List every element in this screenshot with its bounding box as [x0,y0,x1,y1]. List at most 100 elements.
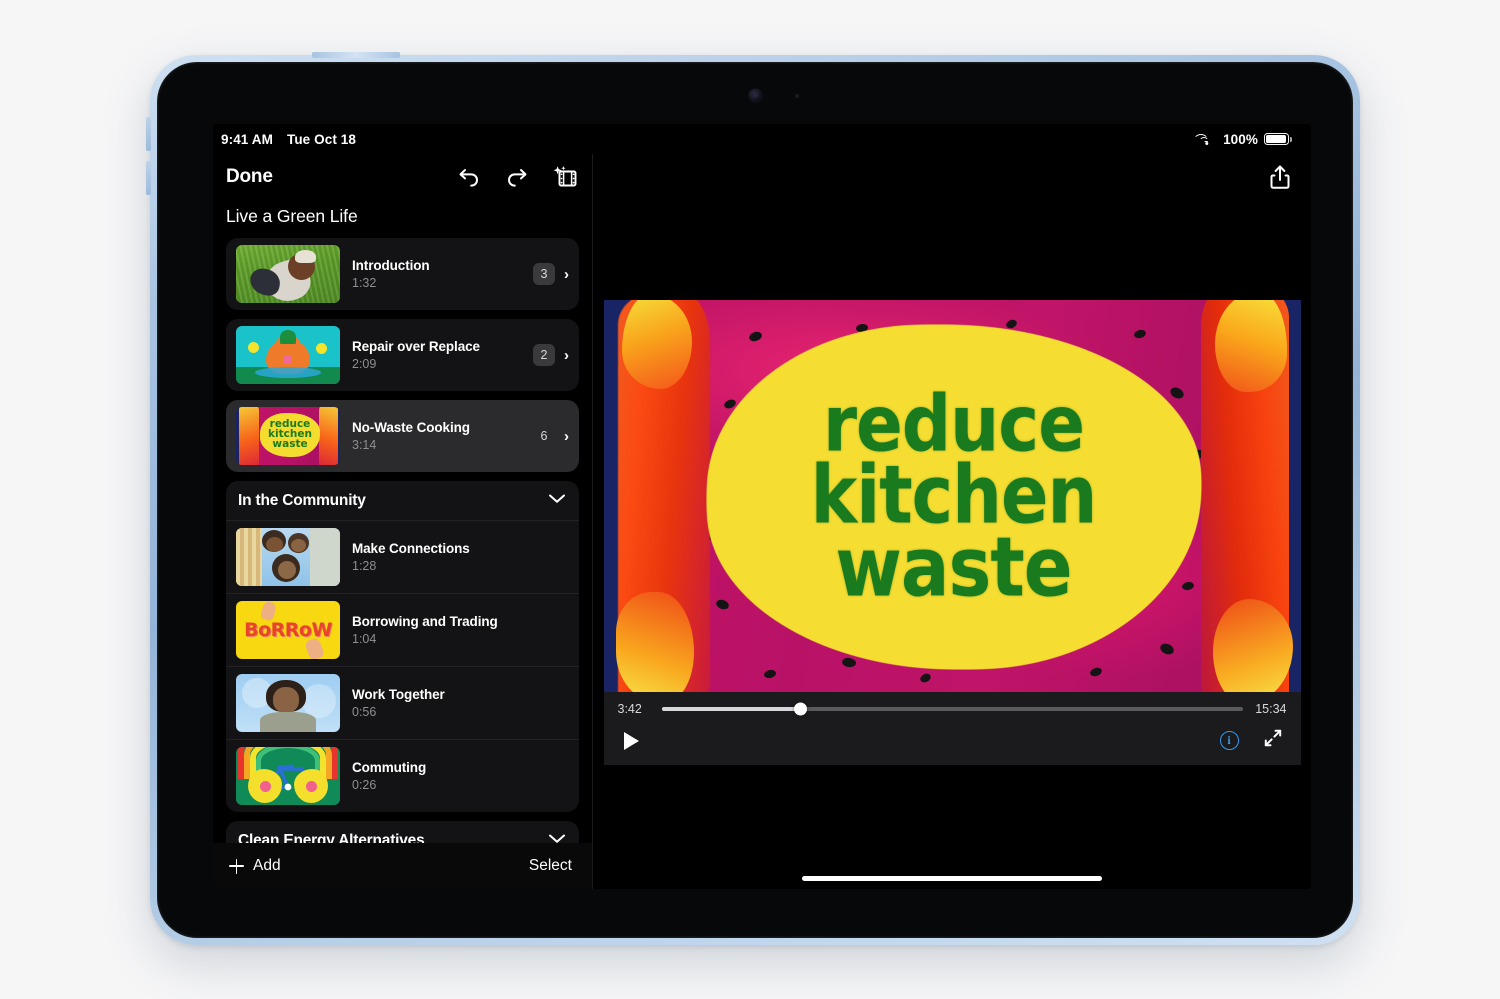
wifi-icon [1200,133,1217,146]
dragonfruit-right-tip-bottom [1213,599,1293,692]
thumbnail-person-lying-in-grass [236,245,340,303]
thumbnail-borrow-yellow-poster: BoRRoW [236,601,340,659]
chevron-down-icon[interactable] [547,832,567,843]
magic-movie-icon[interactable] [552,164,578,190]
list-item-title: No-Waste Cooking [352,420,521,437]
list-item[interactable]: Make Connections 1:28 [226,520,579,593]
home-indicator[interactable] [802,876,1102,881]
video-player: reduce kitchen waste 3:42 [593,200,1311,865]
section-clean-energy-alternatives: Clean Energy Alternatives [226,821,579,843]
power-button[interactable] [312,52,400,58]
list-item-title: Borrowing and Trading [352,614,569,631]
device-bezel: 9:41 AM Tue Oct 18 100% [157,62,1353,938]
list-item-duration: 1:28 [352,559,569,573]
front-camera-icon [749,89,762,102]
volume-down-button[interactable] [146,161,151,195]
list-item[interactable]: Work Together 0:56 [226,666,579,739]
list-item-text: Work Together 0:56 [352,687,569,720]
status-bar-left: 9:41 AM Tue Oct 18 [221,132,356,147]
list-item-duration: 0:56 [352,705,569,719]
progress-knob[interactable] [794,703,807,716]
sidebar: Done [213,154,593,889]
list-item-duration: 2:09 [352,357,521,371]
list-item-title: Repair over Replace [352,339,521,356]
right-control-group: i [1220,728,1283,753]
list-item[interactable]: reduce kitchen waste No-Waste Cooking 3:… [226,400,579,472]
list-item[interactable]: Repair over Replace 2:09 2 › [226,319,579,391]
player-controls: 3:42 15:34 [604,692,1301,765]
expand-icon[interactable] [1263,728,1283,753]
list-item-title: Work Together [352,687,569,704]
thumbnail-reduce-kitchen-waste-art: reduce kitchen waste [236,407,340,465]
chevron-down-icon[interactable] [547,492,567,510]
list-item-title: Make Connections [352,541,569,558]
battery-percent-label: 100% [1223,132,1258,147]
list-item-text: Borrowing and Trading 1:04 [352,614,569,647]
share-icon[interactable] [1267,164,1293,190]
section-title: In the Community [238,492,366,510]
select-button[interactable]: Select [529,857,572,875]
screenshot-stage: 9:41 AM Tue Oct 18 100% [0,0,1500,999]
clip-count-badge: 6 [533,425,555,447]
progress-fill [662,707,801,711]
status-bar: 9:41 AM Tue Oct 18 100% [213,124,1311,154]
redo-icon[interactable] [504,164,530,190]
thumbnail-bicycle-rainbow-illustration [236,747,340,805]
dragonfruit-left-tip-top [622,300,692,389]
thumbnail-group-of-friends-looking-down [236,528,340,586]
done-button[interactable]: Done [226,166,273,188]
section-header[interactable]: In the Community [226,481,579,520]
clip-count-badge: 3 [533,263,555,285]
list-item-duration: 1:32 [352,276,521,290]
home-indicator-area [593,867,1311,889]
ambient-sensor-icon [795,94,799,98]
chevron-right-icon[interactable]: › [564,348,569,363]
undo-icon[interactable] [456,164,482,190]
chevron-right-icon[interactable]: › [564,429,569,444]
list-item-text: Commuting 0:26 [352,760,569,793]
video-frame[interactable]: reduce kitchen waste [604,300,1301,692]
dragonfruit-left-tip-bottom [616,592,694,692]
list-item-meta: 2 › [533,344,569,366]
section-header[interactable]: Clean Energy Alternatives [226,821,579,843]
video-title-text: reduce kitchen waste [708,326,1200,668]
project-title: Live a Green Life [213,200,592,238]
chapter-group-introduction[interactable]: Introduction 1:32 3 › [226,238,579,310]
dragonfruit-right-tip-top [1215,300,1287,392]
section-in-the-community: In the Community [226,481,579,812]
plus-icon [229,859,244,874]
chapter-group-no-waste-cooking[interactable]: reduce kitchen waste No-Waste Cooking 3:… [226,400,579,472]
list-item[interactable]: Introduction 1:32 3 › [226,238,579,310]
add-button-label: Add [253,857,281,875]
list-item-meta: 6 › [533,425,569,447]
list-item-text: Make Connections 1:28 [352,541,569,574]
ipad-device-frame: 9:41 AM Tue Oct 18 100% [150,55,1360,945]
sidebar-scroll-area[interactable]: Introduction 1:32 3 › [213,238,592,843]
sidebar-toolbar: Done [213,154,592,200]
list-item-text: No-Waste Cooking 3:14 [352,420,521,453]
sidebar-bottom-bar: Add Select [213,843,592,889]
scrubber-row: 3:42 15:34 [618,702,1287,716]
list-item-title: Commuting [352,760,569,777]
chevron-right-icon[interactable]: › [564,267,569,282]
info-icon[interactable]: i [1220,731,1239,750]
ipad-screen: 9:41 AM Tue Oct 18 100% [213,124,1311,889]
list-item-duration: 3:14 [352,438,521,452]
list-item[interactable]: BoRRoW Borrowing and Trading 1:04 [226,593,579,666]
status-bar-right: 100% [1200,132,1289,147]
app-body: Done [213,154,1311,889]
list-item[interactable]: Commuting 0:26 [226,739,579,812]
list-item-meta: 3 › [533,263,569,285]
play-icon[interactable] [622,729,641,753]
add-button[interactable]: Add [229,857,281,875]
thumbnail-person-in-blue-sky [236,674,340,732]
list-item-text: Repair over Replace 2:09 [352,339,521,372]
chapter-group-repair-over-replace[interactable]: Repair over Replace 2:09 2 › [226,319,579,391]
list-item-duration: 0:26 [352,778,569,792]
progress-slider[interactable] [662,707,1243,711]
main-toolbar [593,154,1311,200]
volume-up-button[interactable] [146,117,151,151]
list-item-title: Introduction [352,258,521,275]
thumbnail-orange-vase-illustration [236,326,340,384]
toolbar-icon-group [456,164,578,190]
